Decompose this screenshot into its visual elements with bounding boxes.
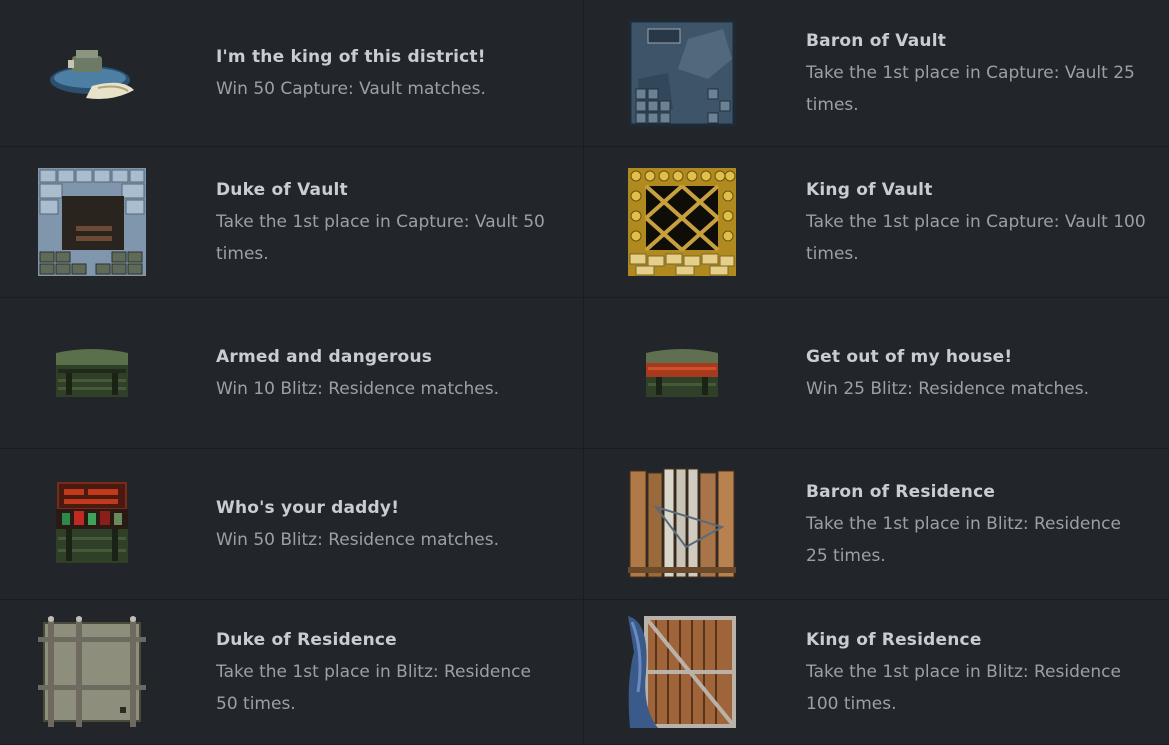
- achievement-card[interactable]: Who's your daddy! Win 50 Blitz: Residenc…: [0, 449, 584, 600]
- achievement-title: Duke of Vault: [216, 180, 348, 200]
- achievement-description: Win 50 Blitz: Residence matches.: [216, 530, 500, 550]
- achievement-title: Baron of Vault: [806, 31, 947, 51]
- metal-panel-icon: [32, 612, 152, 732]
- vault-stone-wall-icon: [622, 13, 742, 133]
- achievement-title: Duke of Residence: [216, 630, 397, 650]
- achievement-description: Win 25 Blitz: Residence matches.: [806, 379, 1090, 399]
- achievement-title: King of Residence: [806, 630, 982, 650]
- wooden-fence-icon: [622, 464, 742, 584]
- achievement-card[interactable]: Armed and dangerous Win 10 Blitz: Reside…: [0, 298, 584, 449]
- achievement-description: Take the 1st place in Capture: Vault 100…: [806, 212, 1146, 264]
- achievement-title: I'm the king of this district!: [216, 47, 486, 67]
- achievement-description: Take the 1st place in Capture: Vault 25 …: [806, 63, 1135, 115]
- achievement-card[interactable]: Get out of my house! Win 25 Blitz: Resid…: [584, 298, 1169, 449]
- achievement-card[interactable]: King of Residence Take the 1st place in …: [584, 600, 1169, 745]
- achievement-description: Win 50 Capture: Vault matches.: [216, 79, 486, 99]
- achievement-card[interactable]: Baron of Vault Take the 1st place in Cap…: [584, 0, 1169, 147]
- achievement-card[interactable]: I'm the king of this district! Win 50 Ca…: [0, 0, 584, 147]
- hovercraft-icon: [32, 13, 152, 133]
- achievement-card[interactable]: Baron of Residence Take the 1st place in…: [584, 449, 1169, 600]
- vault-gold-wall-icon: [622, 162, 742, 282]
- achievement-description: Win 10 Blitz: Residence matches.: [216, 379, 500, 399]
- red-ammo-crate-icon: [622, 313, 742, 433]
- achievement-description: Take the 1st place in Blitz: Residence 2…: [806, 514, 1121, 566]
- achievement-card[interactable]: Duke of Vault Take the 1st place in Capt…: [0, 147, 584, 298]
- achievements-grid: I'm the king of this district! Win 50 Ca…: [0, 0, 1169, 745]
- achievement-card[interactable]: Duke of Residence Take the 1st place in …: [0, 600, 584, 745]
- achievement-title: Who's your daddy!: [216, 498, 400, 518]
- wooden-door-curtain-icon: [622, 612, 742, 732]
- achievement-card[interactable]: King of Vault Take the 1st place in Capt…: [584, 147, 1169, 298]
- achievement-title: Get out of my house!: [806, 347, 1013, 367]
- achievement-title: Armed and dangerous: [216, 347, 433, 367]
- vault-brick-wall-icon: [32, 162, 152, 282]
- achievement-title: King of Vault: [806, 180, 933, 200]
- achievement-description: Take the 1st place in Blitz: Residence 5…: [216, 662, 531, 714]
- achievement-title: Baron of Residence: [806, 482, 996, 502]
- closed-ammo-crate-icon: [32, 313, 152, 433]
- achievement-description: Take the 1st place in Blitz: Residence 1…: [806, 662, 1121, 714]
- open-ammo-crate-icon: [32, 464, 152, 584]
- achievement-description: Take the 1st place in Capture: Vault 50 …: [216, 212, 545, 264]
